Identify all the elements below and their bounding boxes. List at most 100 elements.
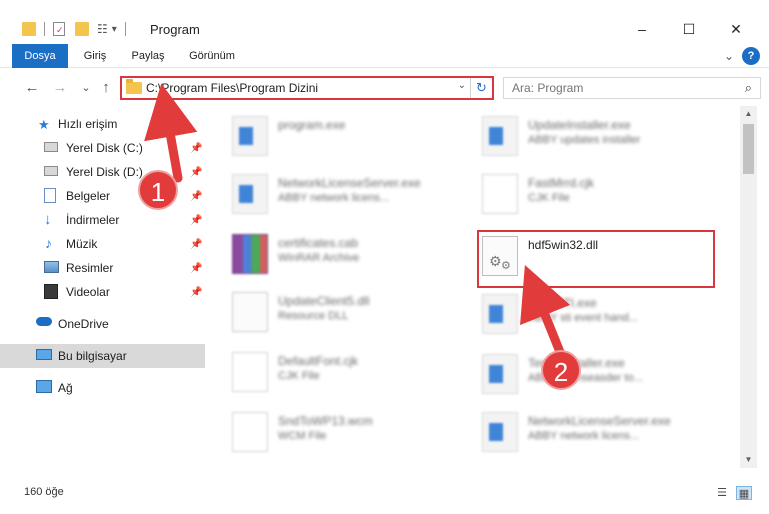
sidebar-item-onedrive[interactable]: OneDrive (0, 312, 205, 336)
file-tile[interactable]: FastMrrd.cjk CJK File (482, 170, 722, 220)
exe-file-icon (482, 412, 518, 452)
pin-icon: 📌 (190, 214, 203, 226)
back-button[interactable]: ← (22, 78, 42, 98)
minimize-button[interactable]: – (619, 18, 665, 40)
file-name: NetworkLicenseServer.exe (278, 176, 421, 190)
file-tile[interactable]: AbbySTI.exe ABBY sti event hand... (482, 290, 722, 340)
item-count: 160 öğe (24, 486, 64, 498)
pin-icon: 📌 (190, 262, 203, 274)
file-tile[interactable]: NetworkLicenseServer.exe ABBY network li… (482, 408, 722, 458)
large-icons-view-icon[interactable]: ▦ (736, 486, 752, 500)
cloud-icon (36, 317, 52, 326)
file-tile[interactable]: program.exe (232, 112, 472, 162)
pictures-icon (44, 261, 59, 273)
sidebar-item-label: Yerel Disk (D:) (66, 165, 143, 179)
file-name: FastMrrd.cjk (528, 176, 594, 190)
download-icon: ↓ (44, 211, 52, 228)
close-button[interactable]: ✕ (713, 18, 759, 40)
file-description: ABBY network licens... (528, 430, 640, 442)
sidebar-item-label: Videolar (66, 285, 110, 299)
tab-share[interactable]: Paylaş (128, 44, 168, 68)
vertical-scrollbar[interactable]: ▲ ▼ (740, 106, 757, 468)
documents-icon (44, 188, 56, 203)
properties-icon[interactable]: ✓ (53, 22, 65, 36)
file-tile[interactable]: SndToWP13.wcm WCM File (232, 408, 472, 458)
file-tile[interactable]: UpdateClient5.dll Resource DLL (232, 288, 472, 338)
file-description: Resource DLL (278, 310, 349, 322)
sidebar-item-pictures[interactable]: Resimler 📌 (0, 256, 205, 280)
file-description: WCM File (278, 430, 327, 442)
status-bar: 160 öğe ☰ ▦ (0, 482, 769, 504)
file-description: CJK File (528, 192, 570, 204)
exe-file-icon (482, 354, 518, 394)
navigation-bar: ← → ⌄ ↑ C:\Program Files\Program Dizini … (0, 70, 769, 104)
customize-dropdown-icon[interactable]: ▾ (112, 24, 117, 35)
refresh-button[interactable]: ↻ (470, 78, 492, 98)
scroll-thumb[interactable] (743, 124, 754, 174)
folder-icon (126, 79, 142, 94)
details-view-icon[interactable]: ☰ (714, 486, 730, 500)
address-bar[interactable]: C:\Program Files\Program Dizini ⌄ ↻ (120, 76, 494, 100)
separator (124, 22, 126, 36)
window-title: Program (150, 22, 200, 37)
sidebar-item-local-disk-c[interactable]: Yerel Disk (C:) 📌 (0, 136, 205, 160)
file-name: UpdateClient5.dll (278, 294, 370, 308)
file-name: AbbySTI.exe (528, 296, 597, 310)
address-path[interactable]: C:\Program Files\Program Dizini (146, 81, 318, 95)
new-folder-icon[interactable] (75, 22, 89, 36)
search-icon[interactable]: ⌕ (745, 80, 752, 96)
exe-file-icon (232, 174, 268, 214)
forward-button[interactable]: → (50, 78, 70, 98)
file-tile[interactable]: NetworkLicenseServer.exe ABBY network li… (232, 170, 472, 220)
file-tile[interactable]: TermsInstaller.exe ABBY Transeasder to..… (482, 350, 722, 400)
navigation-pane: ★ Hızlı erişim Yerel Disk (C:) 📌 Yerel D… (0, 106, 210, 468)
tab-view[interactable]: Görünüm (188, 44, 236, 68)
pin-icon: 📌 (190, 286, 203, 298)
exe-file-icon (482, 116, 518, 156)
sidebar-item-quick-access[interactable]: ★ Hızlı erişim (0, 112, 205, 136)
scroll-up-button[interactable]: ▲ (740, 106, 757, 122)
file-name: NetworkLicenseServer.exe (528, 414, 671, 428)
sidebar-item-music[interactable]: ♪ Müzik 📌 (0, 232, 205, 256)
tab-file[interactable]: Dosya (12, 44, 68, 68)
file-tile[interactable]: certificates.cab WinRAR Archive (232, 230, 472, 280)
annotation-step-one: 1 (138, 170, 178, 210)
pin-icon: 📌 (190, 190, 203, 202)
sidebar-item-this-pc[interactable]: Bu bilgisayar (0, 344, 205, 368)
address-dropdown-icon[interactable]: ⌄ (458, 80, 466, 91)
sidebar-item-label: Resimler (66, 261, 114, 275)
sidebar-item-label: İndirmeler (66, 213, 120, 227)
scroll-down-button[interactable]: ▼ (740, 452, 757, 468)
file-name: SndToWP13.wcm (278, 414, 373, 428)
folder-icon[interactable] (22, 22, 36, 36)
view-options-icon[interactable]: ☷ (97, 22, 108, 36)
search-input[interactable] (504, 78, 724, 98)
help-icon[interactable]: ? (742, 47, 760, 65)
sidebar-item-network[interactable]: Ağ (0, 376, 205, 400)
annotation-step-two: 2 (541, 350, 581, 390)
file-description: WinRAR Archive (278, 252, 360, 264)
sidebar-item-videos[interactable]: Videolar 📌 (0, 280, 205, 304)
ribbon-collapse-icon[interactable]: ⌄ (722, 44, 736, 68)
search-box[interactable]: ⌕ (503, 77, 761, 99)
maximize-button[interactable]: ☐ (666, 18, 712, 40)
file-tile[interactable]: DefaultFont.cjk CJK File (232, 348, 472, 398)
network-icon (36, 380, 52, 393)
file-name: DefaultFont.cjk (278, 354, 359, 368)
pin-icon: 📌 (190, 238, 203, 250)
file-description: CJK File (278, 370, 320, 382)
file-description: ABBY sti event hand... (528, 312, 638, 324)
recent-locations-button[interactable]: ⌄ (76, 78, 96, 98)
up-button[interactable]: ↑ (96, 78, 116, 98)
sidebar-item-downloads[interactable]: ↓ İndirmeler 📌 (0, 208, 205, 232)
sidebar-item-label: Belgeler (66, 189, 111, 203)
exe-file-icon (482, 294, 518, 334)
sidebar-item-label: OneDrive (58, 317, 109, 331)
file-icon (232, 352, 268, 392)
ribbon: Dosya Giriş Paylaş Görünüm ⌄ ? (0, 44, 769, 68)
file-name: program.exe (278, 118, 346, 132)
file-tile[interactable]: UpdateInstaller.exe ABBY updates install… (482, 112, 722, 162)
tab-home[interactable]: Giriş (80, 44, 110, 68)
file-name: certificates.cab (278, 236, 359, 250)
title-bar: ✓ ☷ ▾ Program – ☐ ✕ (0, 0, 769, 44)
